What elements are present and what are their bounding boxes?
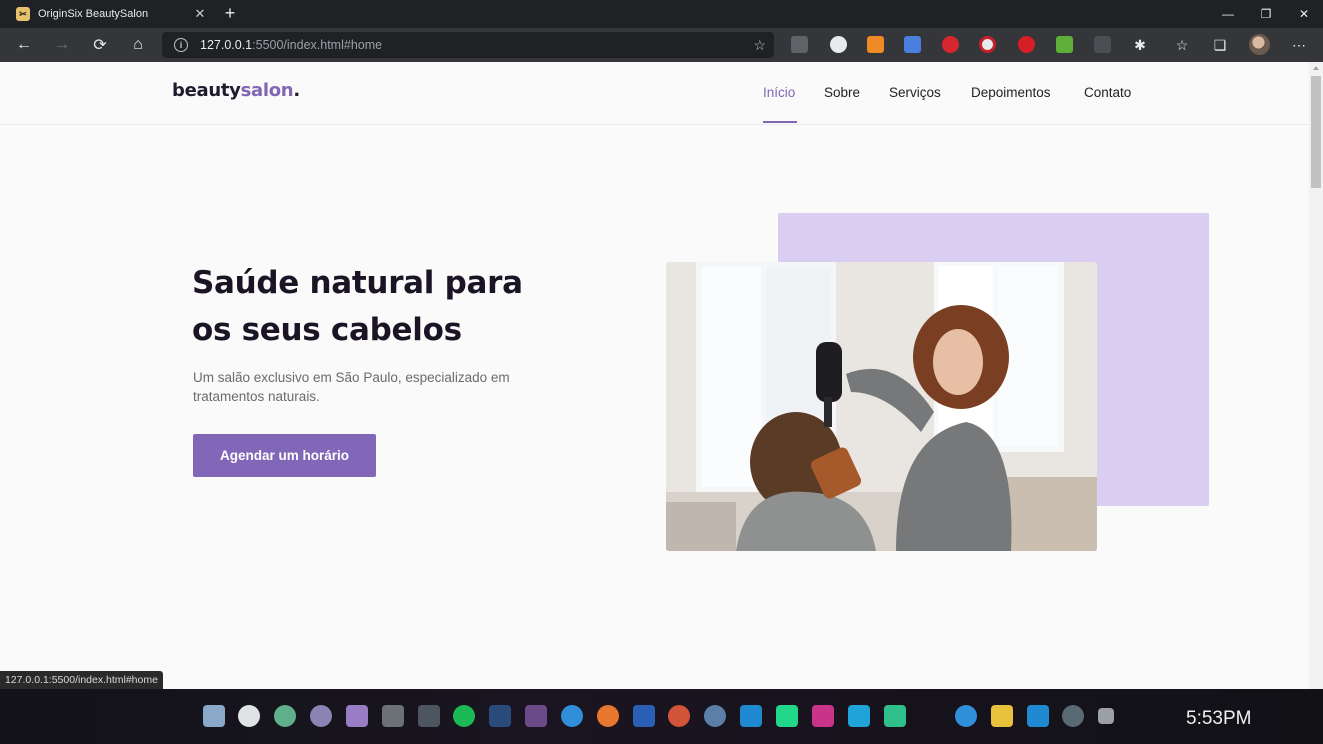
site-info-icon[interactable]: i <box>174 38 188 52</box>
search-app-icon[interactable] <box>704 705 726 727</box>
monitor-app-icon[interactable] <box>382 705 404 727</box>
trash-icon[interactable] <box>418 705 440 727</box>
extension-red-icon[interactable] <box>1018 36 1035 53</box>
windows-icon[interactable] <box>203 705 225 727</box>
browser-tab[interactable]: ✂ OriginSix BeautySalon ✕ <box>8 0 213 28</box>
add-favorite-icon[interactable]: ☆ <box>753 37 766 54</box>
moon-app-icon[interactable] <box>310 705 332 727</box>
premiere-icon[interactable] <box>525 705 547 727</box>
nav-link-sobre[interactable]: Sobre <box>824 85 860 100</box>
extensions-puzzle-icon[interactable]: ✱ <box>1131 36 1149 54</box>
site-logo[interactable]: beautysalon. <box>172 80 300 101</box>
extension-translate-icon[interactable] <box>904 36 921 53</box>
nav-link-inicio[interactable]: Início <box>763 85 795 100</box>
forward-arrow-icon[interactable]: → <box>48 31 76 59</box>
word-icon[interactable] <box>633 705 655 727</box>
edge-icon[interactable] <box>955 705 977 727</box>
powerpoint-icon[interactable] <box>668 705 690 727</box>
address-bar[interactable]: i 127.0.0.1:5500/index.html#home ☆ <box>162 32 774 58</box>
clion-icon[interactable] <box>884 705 906 727</box>
back-app-icon[interactable] <box>1062 705 1084 727</box>
firefox-icon[interactable] <box>597 705 619 727</box>
extension-red-lock-icon[interactable] <box>942 36 959 53</box>
collections-icon[interactable]: ❏ <box>1211 36 1229 54</box>
extension-download-icon[interactable] <box>1056 36 1073 53</box>
intellij-icon[interactable] <box>812 705 834 727</box>
tab-title: OriginSix BeautySalon <box>38 8 149 20</box>
taskbar-clock[interactable]: 5:53PM <box>1186 708 1251 730</box>
browser-toolbar: ← → ⟳ ⌂ i 127.0.0.1:5500/index.html#home… <box>0 28 1323 62</box>
os-taskbar: 5:53PM <box>0 689 1323 744</box>
pycharm-icon[interactable] <box>776 705 798 727</box>
system-tray-icon[interactable] <box>1098 708 1114 724</box>
extension-m-icon[interactable] <box>979 36 996 53</box>
extension-circle-icon[interactable] <box>830 36 847 53</box>
spotify-icon[interactable] <box>453 705 475 727</box>
nav-active-indicator <box>763 121 797 123</box>
page-viewport: beautysalon. Início Sobre Serviços Depoi… <box>0 62 1309 689</box>
photoshop-icon[interactable] <box>489 705 511 727</box>
more-menu-icon[interactable]: ⋯ <box>1290 36 1308 54</box>
extension-help-icon[interactable] <box>791 36 808 53</box>
home-icon[interactable]: ⌂ <box>124 31 152 59</box>
page-scrollbar[interactable] <box>1309 62 1323 689</box>
window-controls: — ❐ ✕ <box>1209 0 1323 28</box>
webstorm-icon[interactable] <box>848 705 870 727</box>
refresh-app-icon[interactable] <box>274 705 296 727</box>
reload-icon[interactable]: ⟳ <box>86 31 114 59</box>
nav-link-servicos[interactable]: Serviços <box>889 85 941 100</box>
tasks-app-icon[interactable] <box>346 705 368 727</box>
close-window-button[interactable]: ✕ <box>1285 0 1323 28</box>
files-icon[interactable] <box>991 705 1013 727</box>
restore-button[interactable]: ❐ <box>1247 0 1285 28</box>
schedule-appointment-button[interactable]: Agendar um horário <box>193 434 376 477</box>
hero-photo <box>666 262 1097 551</box>
favorites-icon[interactable]: ☆ <box>1173 36 1191 54</box>
vscode-icon[interactable] <box>740 705 762 727</box>
nav-link-contato[interactable]: Contato <box>1084 85 1131 100</box>
hero-title: Saúde natural para os seus cabelos <box>192 265 523 348</box>
scroll-thumb[interactable] <box>1311 76 1321 188</box>
nav-link-depoimentos[interactable]: Depoimentos <box>971 85 1051 100</box>
profile-avatar[interactable] <box>1249 34 1270 55</box>
new-tab-button[interactable]: + <box>219 2 241 24</box>
extension-orange-icon[interactable] <box>867 36 884 53</box>
site-header: beautysalon. Início Sobre Serviços Depoi… <box>0 62 1309 125</box>
address-url: 127.0.0.1:5500/index.html#home <box>200 38 383 52</box>
edge-icon[interactable] <box>561 705 583 727</box>
vscode-icon[interactable] <box>1027 705 1049 727</box>
minimize-button[interactable]: — <box>1209 0 1247 28</box>
hero-subtitle: Um salão exclusivo em São Paulo, especia… <box>193 370 510 404</box>
scroll-up-icon[interactable] <box>1313 66 1319 70</box>
extension-grey-icon[interactable] <box>1094 36 1111 53</box>
salon-favicon-icon: ✂ <box>16 7 30 21</box>
link-status-tooltip: 127.0.0.1:5500/index.html#home <box>0 671 163 689</box>
close-tab-icon[interactable]: ✕ <box>191 6 209 22</box>
back-arrow-icon[interactable]: ← <box>10 31 38 59</box>
browser-tab-strip: ✂ OriginSix BeautySalon ✕ + — ❐ ✕ <box>0 0 1323 28</box>
power-icon[interactable] <box>238 705 260 727</box>
